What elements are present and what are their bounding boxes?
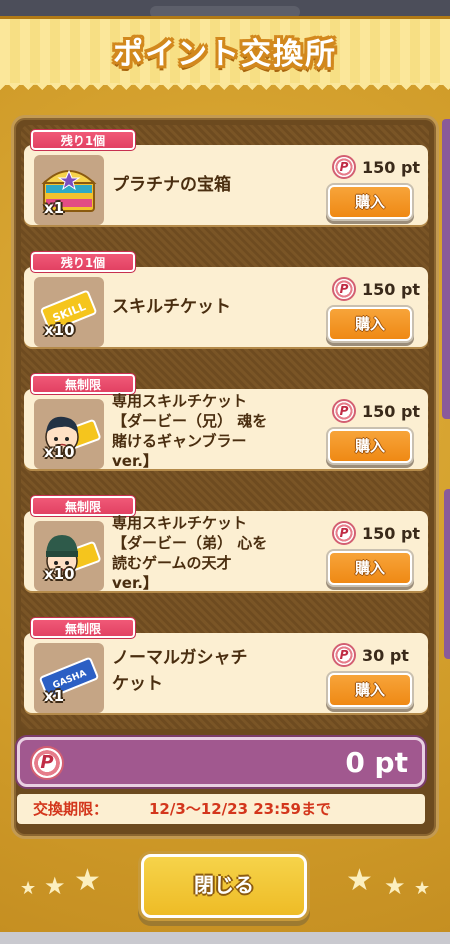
- buy-button[interactable]: 購入: [328, 307, 412, 341]
- point-coin-icon: P: [332, 643, 356, 667]
- star-icon: ★: [20, 878, 37, 899]
- point-coin-icon: P: [332, 155, 356, 179]
- item-name-line: 専用スキルチケット: [112, 392, 248, 410]
- item-name: ノーマルガシャチ ケット: [112, 645, 248, 697]
- item-quantity: x10: [44, 443, 75, 461]
- item-name: 専用スキルチケット 【ダービー（兄） 魂を 賭けるギャンブラー ver.】: [112, 391, 267, 471]
- price-value: 150 pt: [362, 523, 421, 543]
- item-name-line: 賭けるギャンブラー: [112, 432, 247, 450]
- item-quantity: x1: [44, 199, 65, 217]
- item-name-line: ケット: [112, 674, 163, 694]
- exchange-period-label: 交換期限：: [33, 800, 109, 818]
- screen: ポイント交換所 残り1個 x1 プラチナの宝箱 P 150 pt 購入 残り1個…: [0, 0, 450, 944]
- item-name-line: ver.】: [112, 574, 158, 592]
- item-list-frame: 残り1個 x1 プラチナの宝箱 P 150 pt 購入 残り1個 SKILL x…: [11, 115, 439, 839]
- price-value: 150 pt: [362, 157, 421, 177]
- exchange-period: 交換期限： 12/3〜12/23 23:59まで: [17, 794, 425, 824]
- side-decoration: [444, 489, 450, 659]
- point-coin-icon: P: [332, 399, 356, 423]
- item-name: スキルチケット: [112, 297, 231, 317]
- list-item: 無制限 x10 専用スキルチケット 【ダービー（弟） 心を 読むゲームの天才 v…: [24, 495, 428, 593]
- buy-button[interactable]: 購入: [328, 551, 412, 585]
- buy-button[interactable]: 購入: [328, 185, 412, 219]
- star-icon: ★: [74, 863, 101, 898]
- star-icon: ★: [384, 872, 406, 900]
- item-price: P 150 pt: [332, 521, 420, 545]
- point-coin-icon: P: [332, 277, 356, 301]
- close-button[interactable]: 閉じる: [141, 854, 307, 918]
- price-value: 30 pt: [362, 645, 409, 665]
- buy-button[interactable]: 購入: [328, 429, 412, 463]
- price-value: 150 pt: [362, 401, 421, 421]
- side-decoration: [442, 119, 450, 419]
- item-price: P 150 pt: [332, 399, 420, 423]
- list-item: 残り1個 SKILL x10 スキルチケット P 150 pt 購入: [24, 251, 428, 347]
- item-name: 専用スキルチケット 【ダービー（弟） 心を 読むゲームの天才 ver.】: [112, 513, 267, 593]
- item-price: P 150 pt: [332, 277, 420, 301]
- stock-badge: 残り1個: [30, 129, 136, 151]
- star-icon: ★: [44, 872, 66, 900]
- bottom-bar: [0, 932, 450, 944]
- list-item: 無制限 x10 専用スキルチケット 【ダービー（兄） 魂を 賭けるギャンブラー …: [24, 373, 428, 471]
- point-coin-icon: P: [332, 521, 356, 545]
- owned-points-value: 0 pt: [345, 746, 408, 779]
- item-quantity: x10: [44, 565, 75, 583]
- list-item: 無制限 GASHA x1 ノーマルガシャチ ケット P 30 pt 購入: [24, 617, 428, 713]
- item-price: P 150 pt: [332, 155, 420, 179]
- item-list[interactable]: 残り1個 x1 プラチナの宝箱 P 150 pt 購入 残り1個 SKILL x…: [21, 125, 429, 729]
- item-name-line: 【ダービー（弟） 心を: [112, 534, 268, 552]
- item-price: P 30 pt: [332, 643, 409, 667]
- exchange-period-value: 12/3〜12/23 23:59まで: [149, 800, 331, 818]
- page-title: ポイント交換所: [113, 37, 337, 72]
- list-item: 残り1個 x1 プラチナの宝箱 P 150 pt 購入: [24, 129, 428, 225]
- item-name-line: 専用スキルチケット: [112, 514, 248, 532]
- star-icon: ★: [414, 878, 431, 899]
- item-quantity: x10: [44, 321, 75, 339]
- panel-header: ポイント交換所: [0, 19, 450, 95]
- item-name-line: ver.】: [112, 452, 158, 470]
- buy-button[interactable]: 購入: [328, 673, 412, 707]
- item-name-line: ノーマルガシャチ: [112, 648, 248, 668]
- owned-points-display: P 0 pt: [17, 737, 425, 787]
- item-name-line: 【ダービー（兄） 魂を: [112, 412, 268, 430]
- stock-badge: 無制限: [30, 617, 136, 639]
- item-name: プラチナの宝箱: [112, 175, 231, 195]
- item-name-line: 読むゲームの天才: [112, 554, 232, 572]
- point-coin-icon: P: [30, 746, 64, 780]
- stock-badge: 残り1個: [30, 251, 136, 273]
- item-quantity: x1: [44, 687, 65, 705]
- price-value: 150 pt: [362, 279, 421, 299]
- star-icon: ★: [346, 863, 373, 898]
- exchange-panel: ポイント交換所 残り1個 x1 プラチナの宝箱 P 150 pt 購入 残り1個…: [0, 16, 450, 932]
